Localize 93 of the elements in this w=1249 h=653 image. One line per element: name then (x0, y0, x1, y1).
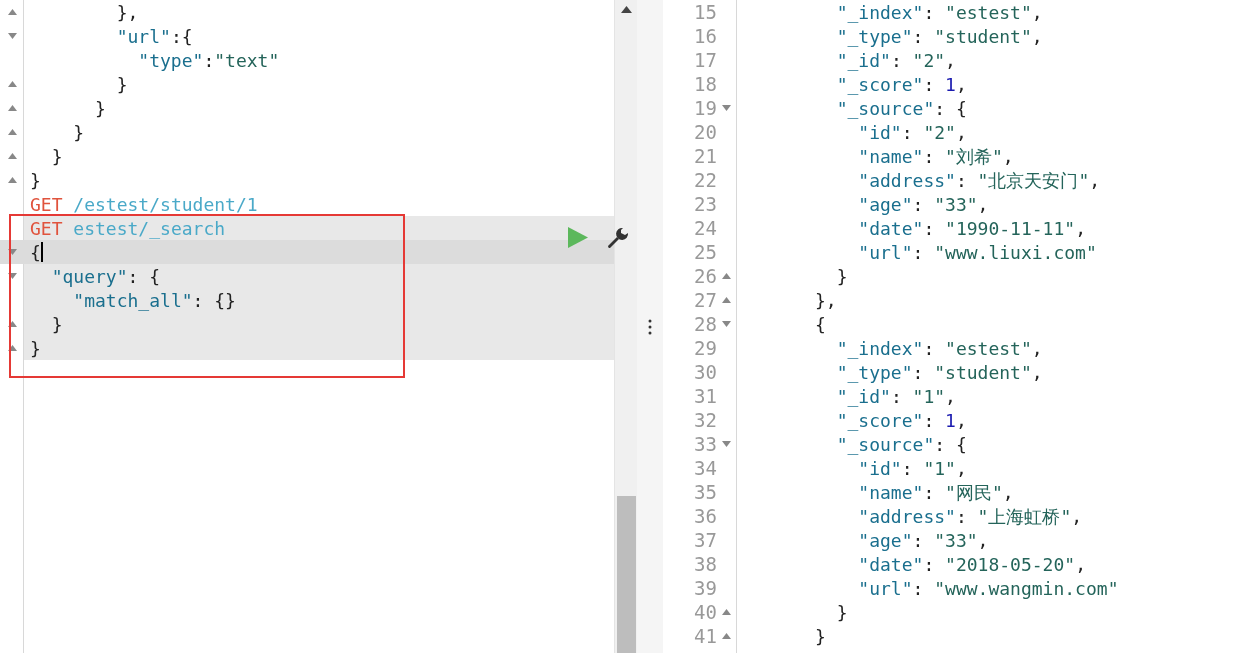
fold-up-icon[interactable] (722, 273, 731, 279)
line-number: 37 (694, 528, 717, 551)
fold-up-icon[interactable] (7, 129, 17, 135)
code-line: "_id": "1", (836, 384, 956, 409)
code-line: } (51, 144, 63, 169)
fold-down-icon[interactable] (722, 441, 731, 447)
line-number: 24 (694, 216, 717, 239)
line-number: 17 (694, 48, 717, 71)
fold-up-icon[interactable] (722, 297, 731, 303)
line-number: 32 (694, 408, 717, 431)
code-line: GET estest/_search (30, 216, 226, 241)
code-line: GET /estest/student/1 (30, 192, 258, 217)
fold-up-icon[interactable] (722, 609, 731, 615)
code-line: } (815, 624, 826, 649)
code-line: "address": "北京天安门", (858, 168, 1101, 193)
line-number: 36 (694, 504, 717, 527)
code-line: "_id": "2", (836, 48, 956, 73)
fold-up-icon[interactable] (722, 633, 731, 639)
fold-up-icon[interactable] (7, 9, 17, 15)
line-number: 35 (694, 480, 717, 503)
line-number: 16 (694, 24, 717, 47)
fold-down-icon[interactable] (722, 105, 731, 111)
code-line: } (836, 264, 848, 289)
line-number: 34 (694, 456, 717, 479)
code-line: "date": "1990-11-11", (858, 216, 1086, 241)
code-line: "_source": { (836, 96, 967, 121)
code-line: } (95, 96, 106, 121)
code-line: "url": "www.wangmin.com" (858, 576, 1119, 601)
fold-up-icon[interactable] (7, 177, 17, 183)
line-number: 27 (694, 288, 717, 311)
code-line: } (51, 312, 63, 337)
code-line: "type":"text" (138, 48, 280, 73)
code-line: "_score": 1, (836, 408, 967, 433)
code-line: "_index": "estest", (836, 0, 1043, 25)
line-number: 30 (694, 360, 717, 383)
code-line: "id": "1", (858, 456, 967, 481)
fold-down-icon[interactable] (7, 249, 17, 255)
code-line: "url": "www.liuxi.com" (858, 240, 1097, 265)
code-line: "_source": { (836, 432, 967, 457)
code-line: } (116, 72, 128, 97)
line-number: 28 (694, 312, 717, 335)
line-number: 15 (694, 0, 717, 23)
line-number: 40 (694, 600, 717, 623)
code-line: "url":{ (116, 24, 193, 49)
wrench-icon[interactable] (606, 226, 630, 250)
code-line: "_type": "student", (836, 24, 1043, 49)
play-icon[interactable] (568, 227, 588, 248)
line-number: 20 (694, 120, 717, 143)
code-line: { (815, 312, 826, 337)
code-line: "name": "刘希", (858, 144, 1014, 169)
fold-down-icon[interactable] (7, 273, 17, 279)
line-number: 26 (694, 264, 717, 287)
code-line: "match_all": {} (73, 288, 236, 313)
line-number: 18 (694, 72, 717, 95)
code-line: "_type": "student", (836, 360, 1043, 385)
fold-up-icon[interactable] (7, 321, 17, 327)
code-line: } (836, 600, 848, 625)
line-number: 31 (694, 384, 717, 407)
fold-up-icon[interactable] (7, 105, 17, 111)
line-number: 21 (694, 144, 717, 167)
code-line: { (30, 240, 41, 265)
fold-up-icon[interactable] (7, 345, 17, 351)
line-number: 22 (694, 168, 717, 191)
line-number: 25 (694, 240, 717, 263)
code-line: "date": "2018-05-20", (858, 552, 1086, 577)
fold-up-icon[interactable] (7, 81, 17, 87)
line-number: 29 (694, 336, 717, 359)
line-number: 33 (694, 432, 717, 455)
code-line: "age": "33", (858, 528, 989, 553)
line-number: 39 (694, 576, 717, 599)
text-cursor (40, 242, 43, 262)
code-line: "_index": "estest", (836, 336, 1043, 361)
code-line: }, (815, 288, 837, 313)
line-number: 41 (694, 624, 717, 647)
code-line: "id": "2", (858, 120, 967, 145)
code-line: "query": { (51, 264, 161, 289)
fold-down-icon[interactable] (7, 33, 17, 39)
code-line: } (73, 120, 85, 145)
code-line: "_score": 1, (836, 72, 967, 97)
scrollbar-thumb[interactable] (617, 496, 636, 653)
resize-handle-icon[interactable] (648, 318, 652, 335)
code-line: "name": "网民", (858, 480, 1014, 505)
line-number: 23 (694, 192, 717, 215)
line-number: 19 (694, 96, 717, 119)
line-number: 38 (694, 552, 717, 575)
code-line: }, (116, 0, 139, 25)
code-line: "address": "上海虹桥", (858, 504, 1083, 529)
code-line: } (30, 336, 41, 361)
code-line: "age": "33", (858, 192, 989, 217)
scroll-up-icon[interactable] (621, 6, 632, 13)
fold-up-icon[interactable] (7, 153, 17, 159)
code-line: } (30, 168, 41, 193)
fold-down-icon[interactable] (722, 321, 731, 327)
